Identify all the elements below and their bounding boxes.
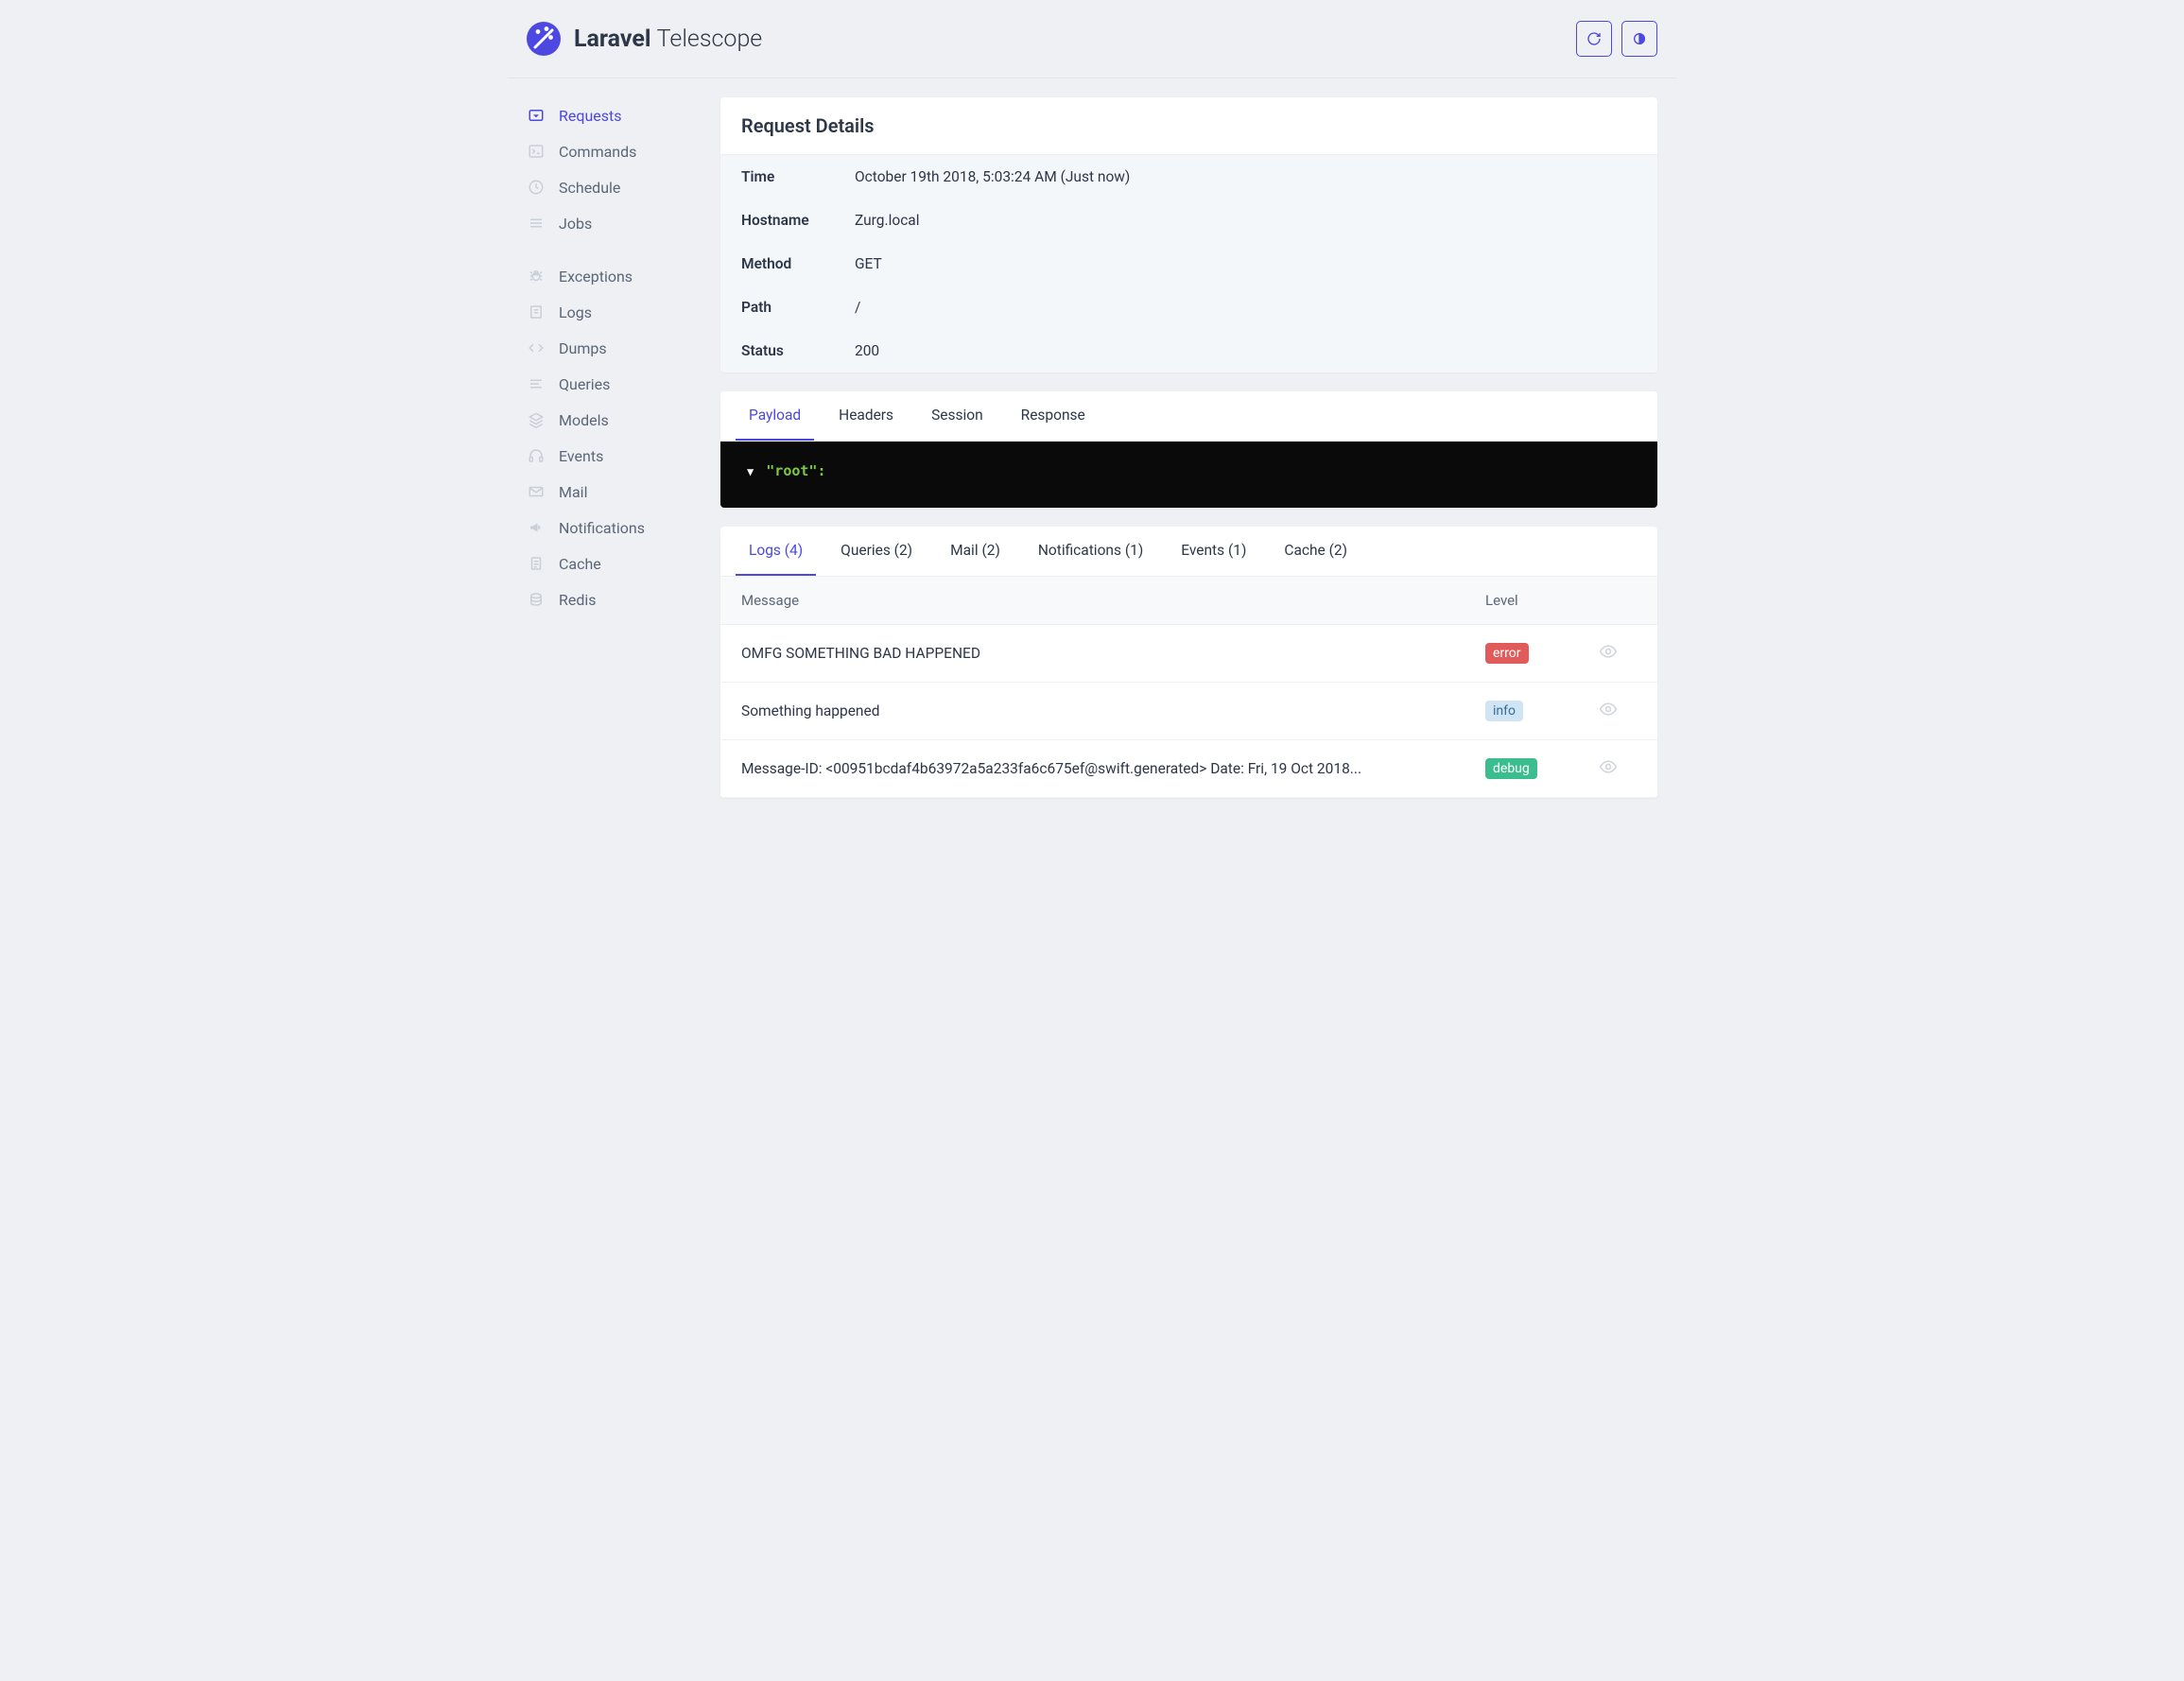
log-row: OMFG SOMETHING BAD HAPPENEDerror	[720, 625, 1657, 683]
view-log-icon[interactable]	[1599, 763, 1618, 780]
menu-icon	[527, 214, 546, 233]
detail-label: Path	[741, 299, 855, 316]
sidebar-item-label: Models	[559, 411, 609, 429]
request-details-card: Request Details TimeOctober 19th 2018, 5…	[720, 97, 1657, 373]
detail-row: TimeOctober 19th 2018, 5:03:24 AM (Just …	[720, 155, 1657, 199]
tab-response[interactable]: Response	[1008, 391, 1099, 441]
log-message: Message-ID: <00951bcdaf4b63972a5a233fa6c…	[741, 760, 1485, 777]
sidebar-item-label: Mail	[559, 483, 587, 501]
tab-session[interactable]: Session	[918, 391, 997, 441]
request-icon	[527, 106, 546, 125]
detail-value: GET	[855, 255, 882, 272]
app-header: Laravel Telescope	[508, 0, 1676, 78]
telescope-logo-icon	[527, 22, 561, 56]
sidebar-item-label: Dumps	[559, 339, 607, 357]
sidebar-item-models[interactable]: Models	[527, 402, 702, 438]
expand-icon[interactable]: ▼	[747, 465, 754, 478]
sidebar-item-queries[interactable]: Queries	[527, 366, 702, 402]
sidebar-item-redis[interactable]: Redis	[527, 581, 702, 617]
code-icon	[527, 338, 546, 357]
payload-json-viewer[interactable]: ▼ "root":	[720, 442, 1657, 508]
sidebar-item-label: Schedule	[559, 179, 620, 197]
sidebar-item-label: Jobs	[559, 215, 592, 233]
tab-headers[interactable]: Headers	[825, 391, 907, 441]
terminal-icon	[527, 142, 546, 161]
detail-row: MethodGET	[720, 242, 1657, 286]
mail-icon	[527, 482, 546, 501]
sidebar-item-label: Events	[559, 447, 603, 465]
related-tabs: Logs (4)Queries (2)Mail (2)Notifications…	[720, 527, 1657, 577]
headset-icon	[527, 446, 546, 465]
column-level: Level	[1485, 592, 1599, 609]
detail-label: Hostname	[741, 212, 855, 229]
doc-icon	[527, 554, 546, 573]
detail-label: Time	[741, 168, 855, 185]
app-title: Laravel Telescope	[574, 26, 762, 53]
column-message: Message	[741, 592, 1485, 609]
sidebar-item-label: Queries	[559, 375, 610, 393]
stack-icon	[527, 590, 546, 609]
log-message: OMFG SOMETHING BAD HAPPENED	[741, 645, 1485, 662]
view-log-icon[interactable]	[1599, 648, 1618, 665]
sidebar-item-mail[interactable]: Mail	[527, 474, 702, 510]
clock-icon	[527, 178, 546, 197]
sidebar-item-label: Cache	[559, 555, 601, 573]
log-level: error	[1485, 643, 1599, 664]
tab-events-1-[interactable]: Events (1)	[1168, 527, 1259, 576]
detail-label: Method	[741, 255, 855, 272]
payload-tabs: PayloadHeadersSessionResponse	[720, 391, 1657, 442]
sidebar-item-jobs[interactable]: Jobs	[527, 205, 702, 241]
main-content: Request Details TimeOctober 19th 2018, 5…	[702, 78, 1676, 836]
view-log-icon[interactable]	[1599, 705, 1618, 722]
sidebar-item-label: Exceptions	[559, 268, 633, 286]
bug-icon	[527, 267, 546, 286]
tab-cache-2-[interactable]: Cache (2)	[1271, 527, 1361, 576]
logs-table-header: Message Level	[720, 577, 1657, 625]
log-level: info	[1485, 701, 1599, 721]
sidebar-item-commands[interactable]: Commands	[527, 133, 702, 169]
sidebar-item-label: Redis	[559, 591, 597, 609]
layers-icon	[527, 410, 546, 429]
sidebar-item-label: Requests	[559, 107, 622, 125]
sidebar-item-notifications[interactable]: Notifications	[527, 510, 702, 546]
horn-icon	[527, 518, 546, 537]
tab-logs-4-[interactable]: Logs (4)	[736, 527, 816, 576]
tab-mail-2-[interactable]: Mail (2)	[937, 527, 1014, 576]
detail-row: Status200	[720, 329, 1657, 373]
detail-row: Path/	[720, 286, 1657, 329]
sidebar-item-cache[interactable]: Cache	[527, 546, 702, 581]
sidebar-item-logs[interactable]: Logs	[527, 294, 702, 330]
sidebar-item-schedule[interactable]: Schedule	[527, 169, 702, 205]
theme-toggle-button[interactable]	[1621, 21, 1657, 57]
sidebar-item-events[interactable]: Events	[527, 438, 702, 474]
sidebar-item-requests[interactable]: Requests	[527, 97, 702, 133]
tab-payload[interactable]: Payload	[736, 391, 814, 441]
lines-icon	[527, 374, 546, 393]
refresh-button[interactable]	[1576, 21, 1612, 57]
log-message: Something happened	[741, 702, 1485, 719]
log-row: Something happenedinfo	[720, 683, 1657, 740]
detail-value: October 19th 2018, 5:03:24 AM (Just now)	[855, 168, 1130, 185]
sidebar-item-label: Notifications	[559, 519, 645, 537]
detail-value: /	[855, 299, 860, 316]
payload-card: PayloadHeadersSessionResponse ▼ "root":	[720, 391, 1657, 508]
log-level: debug	[1485, 758, 1599, 779]
related-entries-card: Logs (4)Queries (2)Mail (2)Notifications…	[720, 527, 1657, 798]
sidebar-item-dumps[interactable]: Dumps	[527, 330, 702, 366]
detail-label: Status	[741, 342, 855, 359]
logs-icon	[527, 303, 546, 321]
detail-value: Zurg.local	[855, 212, 920, 229]
detail-value: 200	[855, 342, 879, 359]
sidebar-item-label: Logs	[559, 303, 592, 321]
sidebar: Requests Commands Schedule Jobs Exceptions L…	[508, 78, 702, 836]
tab-queries-2-[interactable]: Queries (2)	[827, 527, 926, 576]
sidebar-item-exceptions[interactable]: Exceptions	[527, 258, 702, 294]
json-root-key: "root":	[766, 462, 825, 479]
detail-row: HostnameZurg.local	[720, 199, 1657, 242]
log-row: Message-ID: <00951bcdaf4b63972a5a233fa6c…	[720, 740, 1657, 798]
request-details-title: Request Details	[720, 97, 1657, 155]
tab-notifications-1-[interactable]: Notifications (1)	[1025, 527, 1156, 576]
sidebar-item-label: Commands	[559, 143, 636, 161]
